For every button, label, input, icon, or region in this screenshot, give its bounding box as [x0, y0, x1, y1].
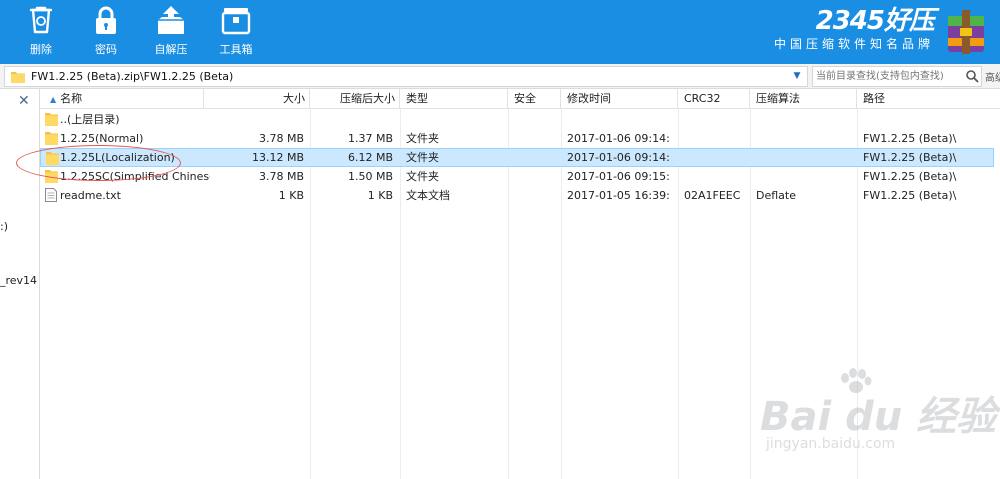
folder-tree-panel: ✕ :) _rev14 [0, 89, 40, 479]
sort-up-icon: ▲ [50, 95, 57, 104]
file-packed-size: 1.50 MB [347, 170, 393, 183]
file-name: 1.2.25SC(Simplified Chinese) [60, 170, 210, 183]
file-path: FW1.2.25 (Beta)\ [863, 189, 957, 202]
file-crc32: 02A1FEEC [684, 189, 741, 202]
delete-label: 删除 [30, 43, 52, 56]
file-method: Deflate [756, 189, 796, 202]
file-size: 13.12 MB [251, 151, 304, 164]
brand-slogan: 中国压缩软件知名品牌 [773, 37, 934, 51]
file-path: FW1.2.25 (Beta)\ [863, 151, 957, 164]
advanced-search-link[interactable]: 高级 [985, 69, 1000, 84]
folder-icon [45, 112, 58, 129]
file-name: 1.2.25L(Localization) [60, 151, 175, 164]
folder-icon [46, 151, 59, 168]
col-type[interactable]: 类型 [400, 89, 508, 109]
col-path[interactable]: 路径 [857, 89, 1000, 109]
file-name: readme.txt [60, 189, 121, 202]
password-button[interactable]: 密码 [81, 4, 131, 60]
file-type: 文本文档 [406, 189, 450, 202]
file-packed-size: 6.12 MB [347, 151, 393, 164]
list-header: ▲ 名称 大小 压缩后大小 类型 安全 修改时间 CRC32 压缩算法 路径 [40, 89, 1000, 109]
brand: 2345好压 中国压缩软件知名品牌 [764, 6, 935, 56]
current-path: FW1.2.25 (Beta).zip\FW1.2.25 (Beta) [31, 70, 234, 83]
file-modified: 2017-01-06 09:14: [567, 132, 670, 145]
recycle-bin-icon [25, 4, 57, 36]
self-extract-button[interactable]: 自解压 [146, 4, 196, 60]
list-item[interactable]: readme.txt 1 KB 1 KB 文本文档 2017-01-05 16:… [40, 186, 994, 205]
search-input[interactable] [816, 68, 962, 85]
file-modified: 2017-01-06 09:14: [567, 151, 670, 164]
toolbox-icon [220, 4, 252, 36]
toolbox-button[interactable]: 工具箱 [211, 4, 261, 60]
file-path: FW1.2.25 (Beta)\ [863, 170, 957, 183]
file-name: ..(上层目录) [60, 113, 120, 126]
file-type: 文件夹 [406, 151, 439, 164]
list-item-selected[interactable]: 1.2.25L(Localization) 13.12 MB 6.12 MB 文… [40, 148, 994, 167]
col-size[interactable]: 大小 [210, 89, 310, 109]
file-modified: 2017-01-05 16:39: [567, 189, 670, 202]
self-extract-label: 自解压 [154, 43, 188, 56]
toolbar: 删除 密码 自解压 工具箱 2345好压 中国压缩软件知名品牌 [0, 0, 1000, 64]
text-file-icon [45, 188, 57, 205]
delete-button[interactable]: 删除 [16, 4, 66, 60]
tree-item[interactable]: _rev14 [0, 274, 37, 287]
path-field[interactable]: FW1.2.25 (Beta).zip\FW1.2.25 (Beta) ▼ [4, 66, 808, 87]
lock-icon [90, 4, 122, 36]
col-crc32[interactable]: CRC32 [678, 89, 750, 109]
file-list: ▲ 名称 大小 压缩后大小 类型 安全 修改时间 CRC32 压缩算法 路径 ..… [40, 89, 1000, 479]
col-name-label: 名称 [60, 92, 83, 105]
file-packed-size: 1.37 MB [347, 132, 393, 145]
col-name[interactable]: ▲ 名称 [40, 89, 204, 109]
password-label: 密码 [95, 43, 117, 56]
folder-icon [11, 70, 25, 86]
file-size: 3.78 MB [258, 132, 304, 145]
toolbox-label: 工具箱 [219, 43, 253, 56]
file-name: 1.2.25(Normal) [60, 132, 144, 145]
file-size: 3.78 MB [258, 170, 304, 183]
chevron-down-icon[interactable]: ▼ [789, 68, 805, 85]
folder-icon [45, 169, 58, 186]
list-item-parent[interactable]: ..(上层目录) [40, 110, 994, 129]
col-packed-size[interactable]: 压缩后大小 [310, 89, 400, 109]
file-modified: 2017-01-06 09:15: [567, 170, 670, 183]
folder-icon [45, 131, 58, 148]
list-item[interactable]: 1.2.25(Normal) 3.78 MB 1.37 MB 文件夹 2017-… [40, 129, 994, 148]
file-size: 1 KB [278, 189, 304, 202]
list-item[interactable]: 1.2.25SC(Simplified Chinese) 3.78 MB 1.5… [40, 167, 994, 186]
address-bar: FW1.2.25 (Beta).zip\FW1.2.25 (Beta) ▼ 高级 [0, 64, 1000, 89]
search-icon[interactable] [965, 69, 979, 86]
app-logo-icon [944, 8, 988, 56]
search-box[interactable] [812, 66, 982, 87]
box-arrow-icon [155, 4, 187, 36]
col-security[interactable]: 安全 [508, 89, 561, 109]
file-type: 文件夹 [406, 170, 439, 183]
close-icon[interactable]: ✕ [18, 93, 30, 109]
col-modified[interactable]: 修改时间 [561, 89, 678, 109]
brand-name: 2345好压 [815, 6, 935, 36]
file-packed-size: 1 KB [367, 189, 393, 202]
file-type: 文件夹 [406, 132, 439, 145]
file-path: FW1.2.25 (Beta)\ [863, 132, 957, 145]
tree-item[interactable]: :) [0, 220, 8, 233]
col-method[interactable]: 压缩算法 [750, 89, 857, 109]
